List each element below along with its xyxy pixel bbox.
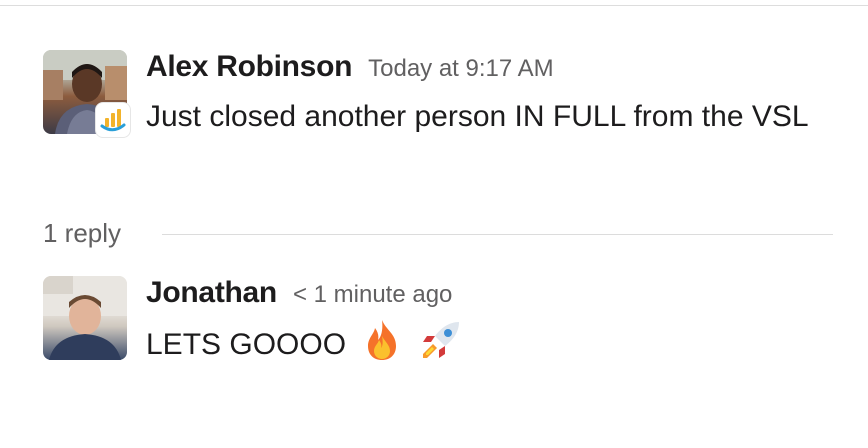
message-body: Jonathan < 1 minute ago LETS GOOOO	[146, 276, 846, 378]
message-text-line: LETS GOOOO	[146, 318, 846, 378]
message-text: LETS GOOOO	[146, 328, 347, 361]
rocket-emoji-icon	[419, 318, 463, 378]
author-avatar[interactable]	[43, 276, 127, 360]
fire-emoji-icon	[362, 318, 402, 378]
message-header: Jonathan < 1 minute ago	[146, 276, 846, 316]
message-timestamp[interactable]: Today at 9:17 AM	[368, 55, 553, 83]
author-name[interactable]: Jonathan	[146, 276, 277, 310]
message-timestamp[interactable]: < 1 minute ago	[293, 281, 452, 309]
bar-chart-app-icon[interactable]	[95, 102, 131, 138]
top-divider	[0, 5, 868, 6]
reply-count-link[interactable]: 1 reply	[43, 218, 121, 249]
author-name[interactable]: Alex Robinson	[146, 50, 352, 84]
thread-divider	[162, 234, 833, 235]
message-text: Just closed another person IN FULL from …	[146, 100, 809, 133]
message-body: Alex Robinson Today at 9:17 AM Just clos…	[146, 50, 846, 142]
message-header: Alex Robinson Today at 9:17 AM	[146, 50, 846, 90]
thread-replies[interactable]: 1 reply	[43, 216, 833, 252]
